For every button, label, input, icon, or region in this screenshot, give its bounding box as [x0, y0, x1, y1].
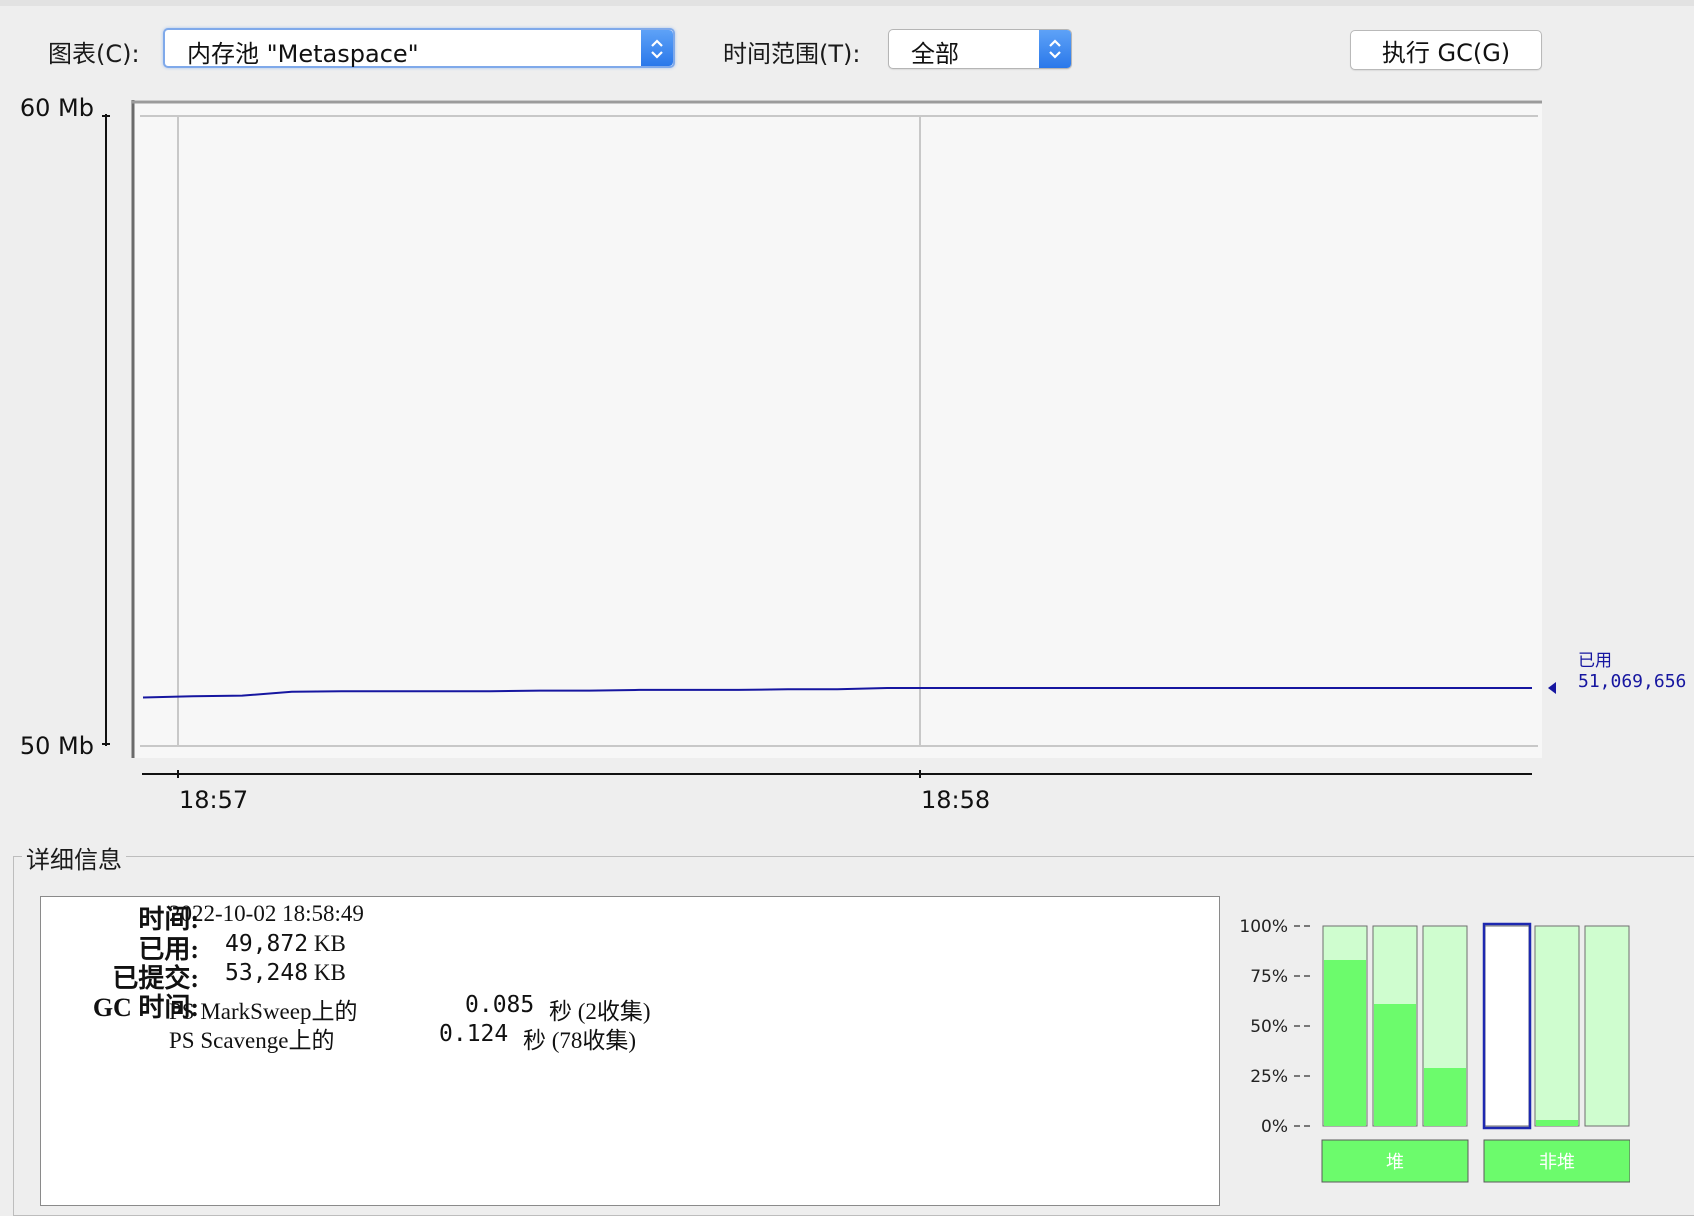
heap-button-label: 堆 [1386, 1152, 1404, 1173]
top-strip [0, 0, 1694, 6]
heap-pool-bar[interactable] [1322, 925, 1368, 1127]
plot-area [132, 100, 1542, 758]
y-axis-label-bottom: 50 Mb [20, 732, 94, 760]
gc-row-count: (78收集) [551, 1028, 637, 1053]
pool-bar-used [1374, 1004, 1416, 1126]
x-tick-label-1857: 18:57 [179, 786, 248, 814]
range-select-value: 全部 [911, 40, 959, 68]
pool-bar-committed [1484, 925, 1530, 1127]
pool-scale: 100% 75% 50% 25% 0% [1239, 917, 1314, 1137]
time-value: 2022-10-02 18:58:49 [169, 901, 364, 926]
gc-row-time: 0.124 [439, 1021, 509, 1047]
used-value: 49,872 [225, 931, 309, 957]
y-axis-label-top: 60 Mb [20, 94, 94, 122]
current-series-value: 51,069,656 [1578, 671, 1686, 692]
scale-label: 0% [1261, 1117, 1288, 1137]
chevron-updown-icon[interactable] [1039, 30, 1071, 68]
pool-bar-used [1324, 960, 1366, 1126]
current-series-label: 已用 [1578, 651, 1612, 671]
chart-select[interactable]: 内存池 "Metaspace" [163, 28, 675, 68]
chart-select-value: 内存池 "Metaspace" [187, 40, 419, 68]
details-group-title: 详细信息 [22, 840, 126, 875]
scale-label: 50% [1250, 1017, 1288, 1037]
heap-pool-bar[interactable] [1422, 925, 1468, 1127]
chevron-updown-icon[interactable] [641, 30, 673, 66]
gc-row-time: 0.085 [465, 992, 535, 1018]
range-label: 时间范围(T): [723, 40, 861, 68]
pool-bar-committed [1534, 925, 1580, 1127]
pool-bar-used [1424, 1068, 1466, 1126]
nonheap-pool-bar[interactable] [1584, 925, 1630, 1127]
committed-value: 53,248 [225, 960, 309, 986]
pool-bar-used [1536, 1120, 1578, 1126]
details-info-panel: 时间: 2022-10-02 18:58:49 已用: 49,872 KB 已提… [40, 896, 1220, 1206]
scale-label: 25% [1250, 1067, 1288, 1087]
nonheap-pool-bar[interactable] [1482, 922, 1532, 1130]
nonheap-button-label: 非堆 [1539, 1152, 1575, 1173]
memory-chart: 60 Mb 50 Mb 已用 51,069,656 18:57 18:58 [20, 94, 1686, 814]
scale-label: 100% [1239, 917, 1288, 937]
scale-label: 75% [1250, 967, 1288, 987]
perform-gc-button[interactable]: 执行 GC(G) [1350, 30, 1542, 70]
pool-bar-committed [1584, 925, 1630, 1127]
x-tick-label-1858: 18:58 [921, 786, 990, 814]
gc-row-unit: 秒 [523, 1028, 546, 1053]
pool-bar-columns [1322, 922, 1630, 1130]
committed-unit: KB [313, 960, 346, 985]
memory-pools-bars: 100% 75% 50% 25% 0% 堆 非堆 [1239, 917, 1630, 1183]
chart-label: 图表(C): [48, 40, 140, 68]
gc-row-name: PS Scavenge上的 [169, 1028, 335, 1053]
used-unit: KB [313, 931, 346, 956]
current-value-marker-icon [1548, 682, 1556, 694]
heap-pool-bar[interactable] [1372, 925, 1418, 1127]
nonheap-pool-bar[interactable] [1534, 925, 1580, 1127]
range-select[interactable]: 全部 [888, 29, 1072, 69]
